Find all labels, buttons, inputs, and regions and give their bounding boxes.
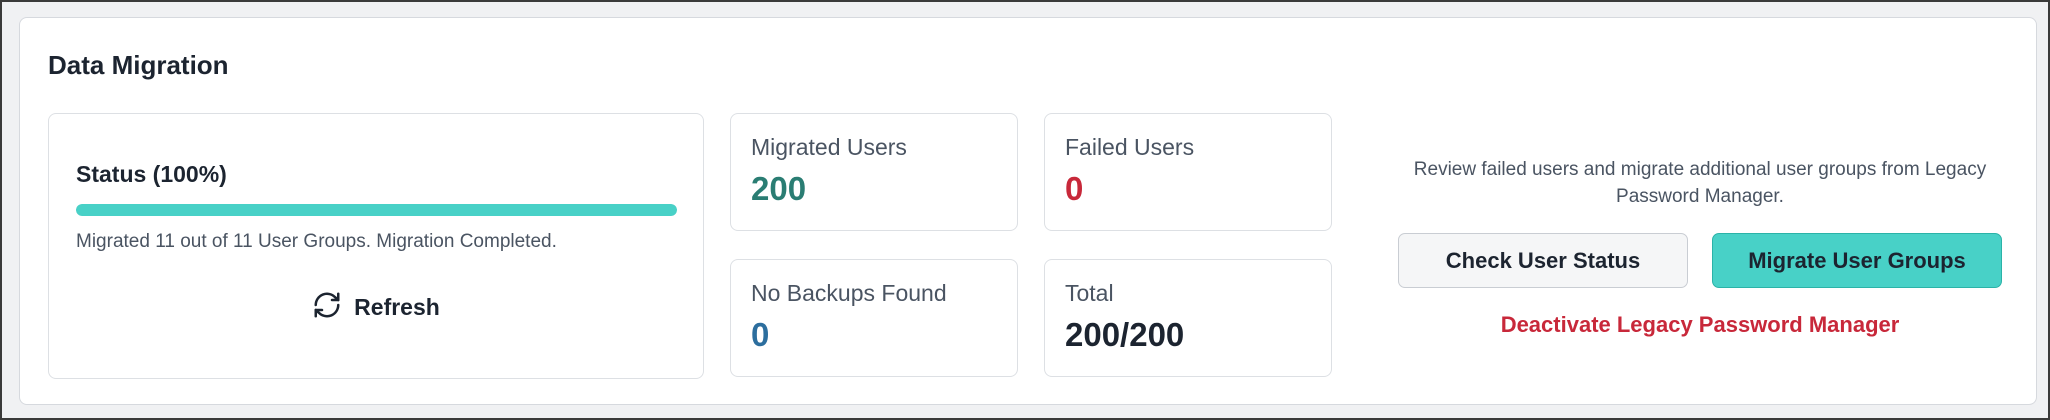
stat-total: Total 200/200 [1044, 259, 1332, 377]
actions-description: Review failed users and migrate addition… [1413, 159, 1987, 207]
status-panel: Status (100%) Migrated 11 out of 11 User… [48, 113, 704, 379]
stat-failed-users: Failed Users 0 [1044, 113, 1332, 231]
stat-value: 200/200 [1065, 316, 1185, 353]
progress-bar [76, 204, 677, 216]
stat-no-backups-found: No Backups Found 0 [730, 259, 1018, 377]
stat-label: Migrated Users [751, 134, 907, 160]
stat-migrated-users: Migrated Users 200 [730, 113, 1018, 231]
refresh-label: Refresh [354, 294, 440, 320]
stat-label: Failed Users [1065, 134, 1195, 160]
data-migration-card: Data Migration Status (100%) Migrated 11… [19, 17, 2037, 405]
check-user-status-button[interactable]: Check User Status [1398, 233, 1688, 288]
status-message: Migrated 11 out of 11 User Groups. Migra… [76, 231, 557, 252]
page-title: Data Migration [48, 50, 229, 80]
window-frame: Data Migration Status (100%) Migrated 11… [0, 0, 2050, 420]
refresh-icon [312, 290, 342, 325]
stat-value: 0 [1065, 170, 1084, 207]
deactivate-legacy-link[interactable]: Deactivate Legacy Password Manager [1380, 312, 2020, 338]
status-title: Status (100%) [76, 161, 227, 187]
progress-fill [76, 204, 677, 216]
actions-panel: Review failed users and migrate addition… [1380, 113, 2020, 379]
stat-label: No Backups Found [751, 280, 947, 306]
stat-label: Total [1065, 280, 1114, 306]
stat-value: 200 [751, 170, 807, 207]
refresh-button[interactable]: Refresh [49, 290, 703, 325]
migrate-user-groups-button[interactable]: Migrate User Groups [1712, 233, 2002, 288]
stat-value: 0 [751, 316, 770, 353]
